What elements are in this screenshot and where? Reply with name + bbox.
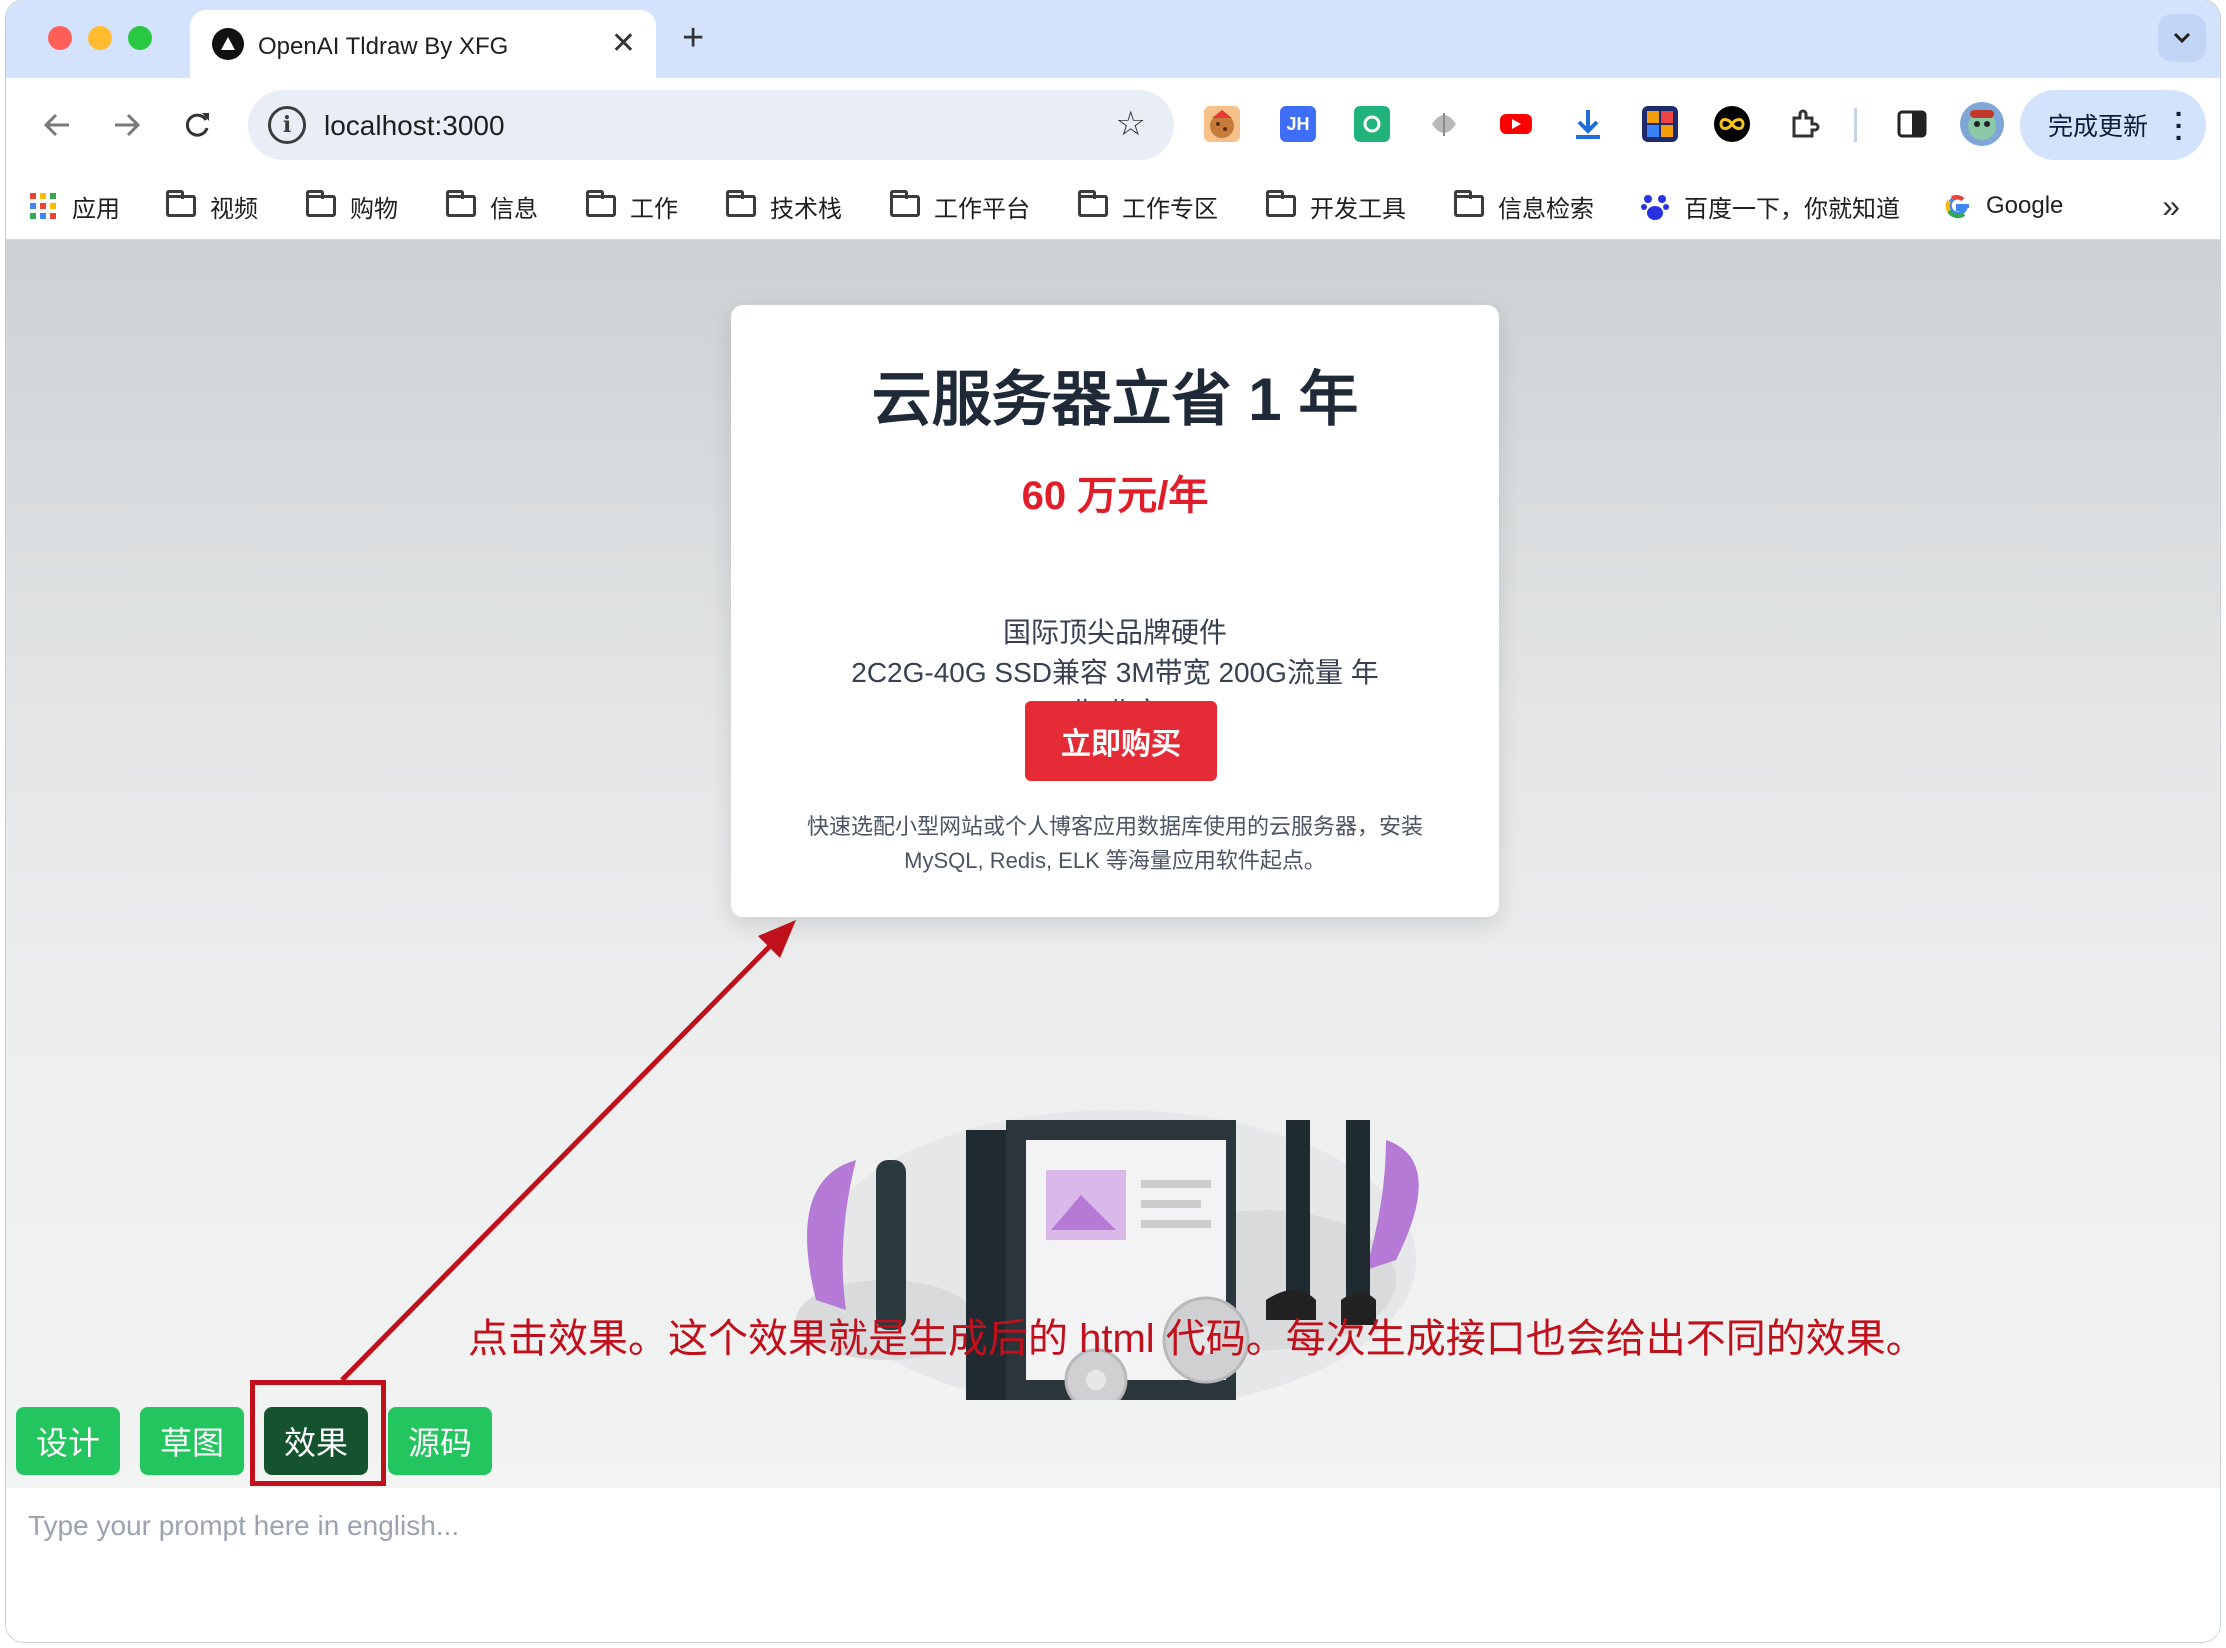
bookmark-folder-work[interactable]: 工作 [586,184,678,228]
source-tab-button[interactable]: 源码 [388,1407,492,1475]
folder-icon [166,190,196,217]
tab-search-button[interactable] [2158,14,2206,62]
bookmark-star-icon[interactable]: ☆ [1116,104,1146,144]
folder-icon [726,190,756,217]
back-button[interactable] [34,102,80,148]
bookmark-folder-info-search[interactable]: 信息检索 [1454,184,1594,228]
youtube-icon[interactable] [1498,106,1534,142]
bookmark-label: 技术栈 [770,195,842,223]
avatar[interactable] [1960,102,2004,146]
toolbar-divider [1854,108,1857,142]
bookmarks-bar: 应用 视频 购物 信息 工作 技术栈 工作平台 工作专区 开发工具 信息检索 百… [6,174,2220,240]
minimize-window-button[interactable] [88,26,112,50]
folder-icon [446,190,476,217]
extensions-icon[interactable] [1786,106,1822,142]
bookmark-label: 购物 [350,195,398,223]
browser-toolbar: i localhost:3000 ☆ JH 完成更新 · · · [6,78,2220,174]
arrow-left-icon [43,113,69,137]
apps-grid-icon [30,193,56,219]
bookmark-folder-info[interactable]: 信息 [446,184,538,228]
bookmark-label: 工作专区 [1122,195,1218,223]
bookmark-folder-work-zone[interactable]: 工作专区 [1078,184,1218,228]
folder-icon [890,190,920,217]
update-button[interactable]: 完成更新 · · · [2020,90,2206,160]
tab-title: OpenAI Tldraw By XFG [258,33,509,60]
bookmark-baidu[interactable]: 百度一下，你就知道 [1640,184,1900,228]
bookmark-label: 应用 [72,195,120,223]
page-content: 云服务器立省 1 年 60 万元/年 国际顶尖品牌硬件 2C2G-40G SSD… [6,240,2220,1642]
url-text[interactable]: localhost:3000 [324,110,505,142]
new-tab-button[interactable]: + [682,14,704,62]
tab-strip: OpenAI Tldraw By XFG ✕ + [6,0,2220,78]
folder-icon [1454,190,1484,217]
reload-button[interactable] [174,102,220,148]
bookmarks-overflow-icon[interactable]: » [2162,188,2180,225]
tab-close-icon[interactable]: ✕ [611,24,636,64]
bookmark-apps[interactable]: 应用 [30,184,120,228]
bookmark-label: 工作 [630,195,678,223]
sketch-tab-button[interactable]: 草图 [140,1407,244,1475]
forward-button[interactable] [104,102,150,148]
baidu-icon [1641,195,1669,220]
bookmark-google[interactable]: Google [1944,184,2063,228]
bookmark-folder-dev-tools[interactable]: 开发工具 [1266,184,1406,228]
google-icon [1945,195,1969,219]
bookmark-label: 工作平台 [934,195,1030,223]
puzzle-color-icon[interactable] [1642,106,1678,142]
bookmark-label: 信息检索 [1498,195,1594,223]
annotation-highlight-box [250,1380,386,1486]
annotation-text: 点击效果。这个效果就是生成后的 html 代码。每次生成接口也会给出不同的效果。 [468,1317,1926,1361]
cookie-icon[interactable] [1204,106,1240,142]
address-bar[interactable]: i localhost:3000 ☆ [248,90,1174,160]
bookmark-label: 信息 [490,195,538,223]
download-icon[interactable] [1570,106,1606,142]
tab-active[interactable]: OpenAI Tldraw By XFG ✕ [190,10,656,78]
update-label: 完成更新 [2048,113,2149,141]
tldraw-favicon-icon [212,28,244,60]
bookmark-folder-videos[interactable]: 视频 [166,184,258,228]
close-window-button[interactable] [48,26,72,50]
infinity-icon[interactable] [1714,106,1750,142]
chevron-down-icon [2173,32,2191,44]
side-panel-icon[interactable] [1894,106,1930,142]
site-info-icon[interactable]: i [268,106,306,144]
folder-icon [1266,190,1296,217]
bookmark-label: 开发工具 [1310,195,1406,223]
browser-window: OpenAI Tldraw By XFG ✕ + i localhost:300… [6,0,2220,1642]
prompt-input[interactable] [6,1488,2220,1642]
folder-icon [1078,190,1108,217]
shell-icon[interactable] [1426,106,1462,142]
jh-icon[interactable]: JH [1280,106,1316,142]
more-vertical-icon: · · · [2174,98,2184,153]
bookmark-folder-shopping[interactable]: 购物 [306,184,398,228]
bookmark-label: 百度一下，你就知道 [1684,195,1900,223]
reload-icon [185,113,209,137]
design-tab-button[interactable]: 设计 [16,1407,120,1475]
refresh-ext-icon[interactable] [1354,106,1390,142]
arrow-right-icon [115,113,141,137]
maximize-window-button[interactable] [128,26,152,50]
bookmark-label: 视频 [210,195,258,223]
bookmark-label: Google [1986,192,2064,219]
folder-icon [586,190,616,217]
folder-icon [306,190,336,217]
bookmark-folder-work-platform[interactable]: 工作平台 [890,184,1030,228]
bookmark-folder-tech-stack[interactable]: 技术栈 [726,184,842,228]
